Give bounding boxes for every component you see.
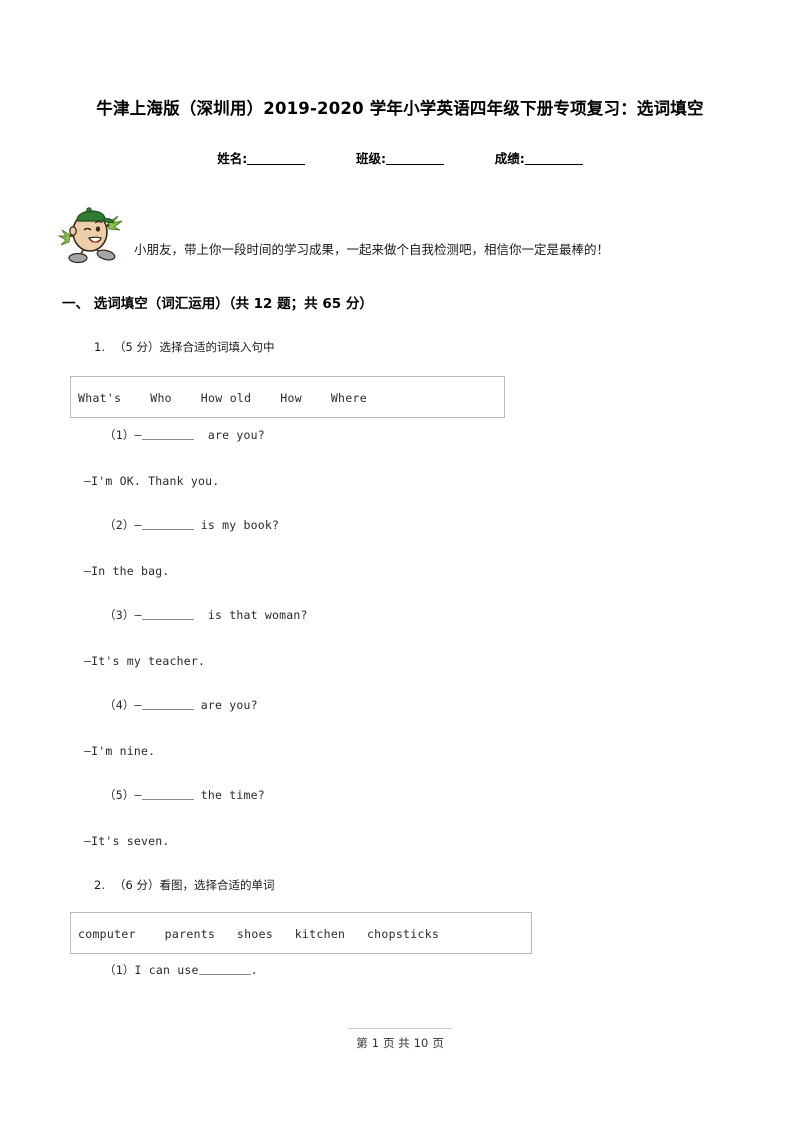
section-heading: 一、 选词填空（词汇运用）（共 12 题；共 65 分）	[62, 296, 373, 312]
question-1-answer-3: —It's my teacher.	[84, 654, 206, 668]
question-1-item-3-tail: is that woman?	[193, 608, 308, 622]
footer-middle: 页 共	[383, 1036, 410, 1050]
question-2-item-1-label: （1）I can use	[104, 963, 199, 977]
student-info-line: 姓名: 班级: 成绩:	[0, 148, 800, 167]
question-1-wordbank: What's Who How old How Where	[70, 376, 505, 418]
question-1-item-3-label: （3）—	[104, 608, 142, 622]
question-1-answer-1: —I'm OK. Thank you.	[84, 474, 220, 488]
student-name-label: 姓名:	[217, 151, 248, 166]
footer-divider	[348, 1028, 452, 1029]
question-1-item-4-label: （4）—	[104, 698, 142, 712]
question-2-number: 2.	[94, 878, 105, 892]
student-score-blank[interactable]	[524, 164, 583, 165]
student-class-blank[interactable]	[386, 164, 444, 165]
student-score-label: 成绩:	[494, 151, 525, 166]
question-1-item-1-tail: are you?	[193, 428, 265, 442]
footer-total-pages: 10	[413, 1036, 429, 1050]
student-class-field: 班级:	[356, 148, 444, 167]
question-1-item-1-blank[interactable]	[141, 439, 194, 440]
question-2-item-1-tail: .	[250, 963, 258, 977]
student-name-field: 姓名:	[217, 148, 306, 167]
question-1-text: （5 分）选择合适的词填入句中	[114, 340, 275, 354]
student-name-blank[interactable]	[247, 164, 306, 165]
question-1-item-5-blank[interactable]	[141, 799, 194, 800]
question-1-number: 1.	[94, 340, 105, 354]
question-2-stem: 2. （6 分）看图，选择合适的单词	[94, 877, 274, 893]
document-page: 牛津上海版（深圳用）2019-2020 学年小学英语四年级下册专项复习：选词填空…	[0, 0, 800, 1132]
question-1-item-1-label: （1）—	[104, 428, 142, 442]
slogan-text: 小朋友，带上你一段时间的学习成果，一起来做个自我检测吧，相信你一定是最棒的！	[134, 242, 610, 257]
question-1-answer-4: —I'm nine.	[84, 744, 156, 758]
question-1-item-5-label: （5）—	[104, 788, 142, 802]
question-1-item-2: （2）— is my book?	[104, 517, 279, 533]
question-2-item-1: （1）I can use.	[104, 962, 258, 978]
question-1-item-3-blank[interactable]	[141, 619, 194, 620]
question-1-stem: 1. （5 分）选择合适的词填入句中	[94, 339, 274, 355]
question-1-item-2-label: （2）—	[104, 518, 142, 532]
question-1-item-2-tail: is my book?	[193, 518, 280, 532]
page-title: 牛津上海版（深圳用）2019-2020 学年小学英语四年级下册专项复习：选词填空	[96, 99, 704, 118]
question-2-wordbank: computer parents shoes kitchen chopstick…	[70, 912, 532, 954]
question-2-wordbank-text: computer parents shoes kitchen chopstick…	[78, 927, 440, 941]
question-2-item-1-blank[interactable]	[198, 974, 251, 975]
question-1-item-3: （3）— is that woman?	[104, 607, 308, 623]
question-1-item-4-blank[interactable]	[141, 709, 194, 710]
footer-prefix: 第	[356, 1036, 368, 1050]
question-1-answer-2: —In the bag.	[84, 564, 170, 578]
question-2-text: （6 分）看图，选择合适的单词	[114, 878, 275, 892]
student-score-field: 成绩:	[495, 148, 583, 167]
question-1-item-4-tail: are you?	[193, 698, 258, 712]
student-class-label: 班级:	[356, 151, 386, 166]
question-1-item-5-tail: the time?	[193, 788, 265, 802]
footer-suffix: 页	[432, 1036, 444, 1050]
question-1-item-5: （5）— the time?	[104, 787, 265, 803]
cartoon-student-mascot-icon	[56, 203, 130, 265]
page-footer: 第1页 共 10 页	[0, 1035, 800, 1051]
mascot-slogan-row: 小朋友，带上你一段时间的学习成果，一起来做个自我检测吧，相信你一定是最棒的！	[56, 203, 756, 265]
question-1-item-2-blank[interactable]	[141, 529, 194, 530]
footer-page-number: 1	[371, 1036, 380, 1050]
question-1-answer-5: —It's seven.	[84, 834, 170, 848]
question-1-item-1: （1）— are you?	[104, 427, 265, 443]
question-1-item-4: （4）— are you?	[104, 697, 258, 713]
question-1-wordbank-text: What's Who How old How Where	[78, 391, 367, 405]
